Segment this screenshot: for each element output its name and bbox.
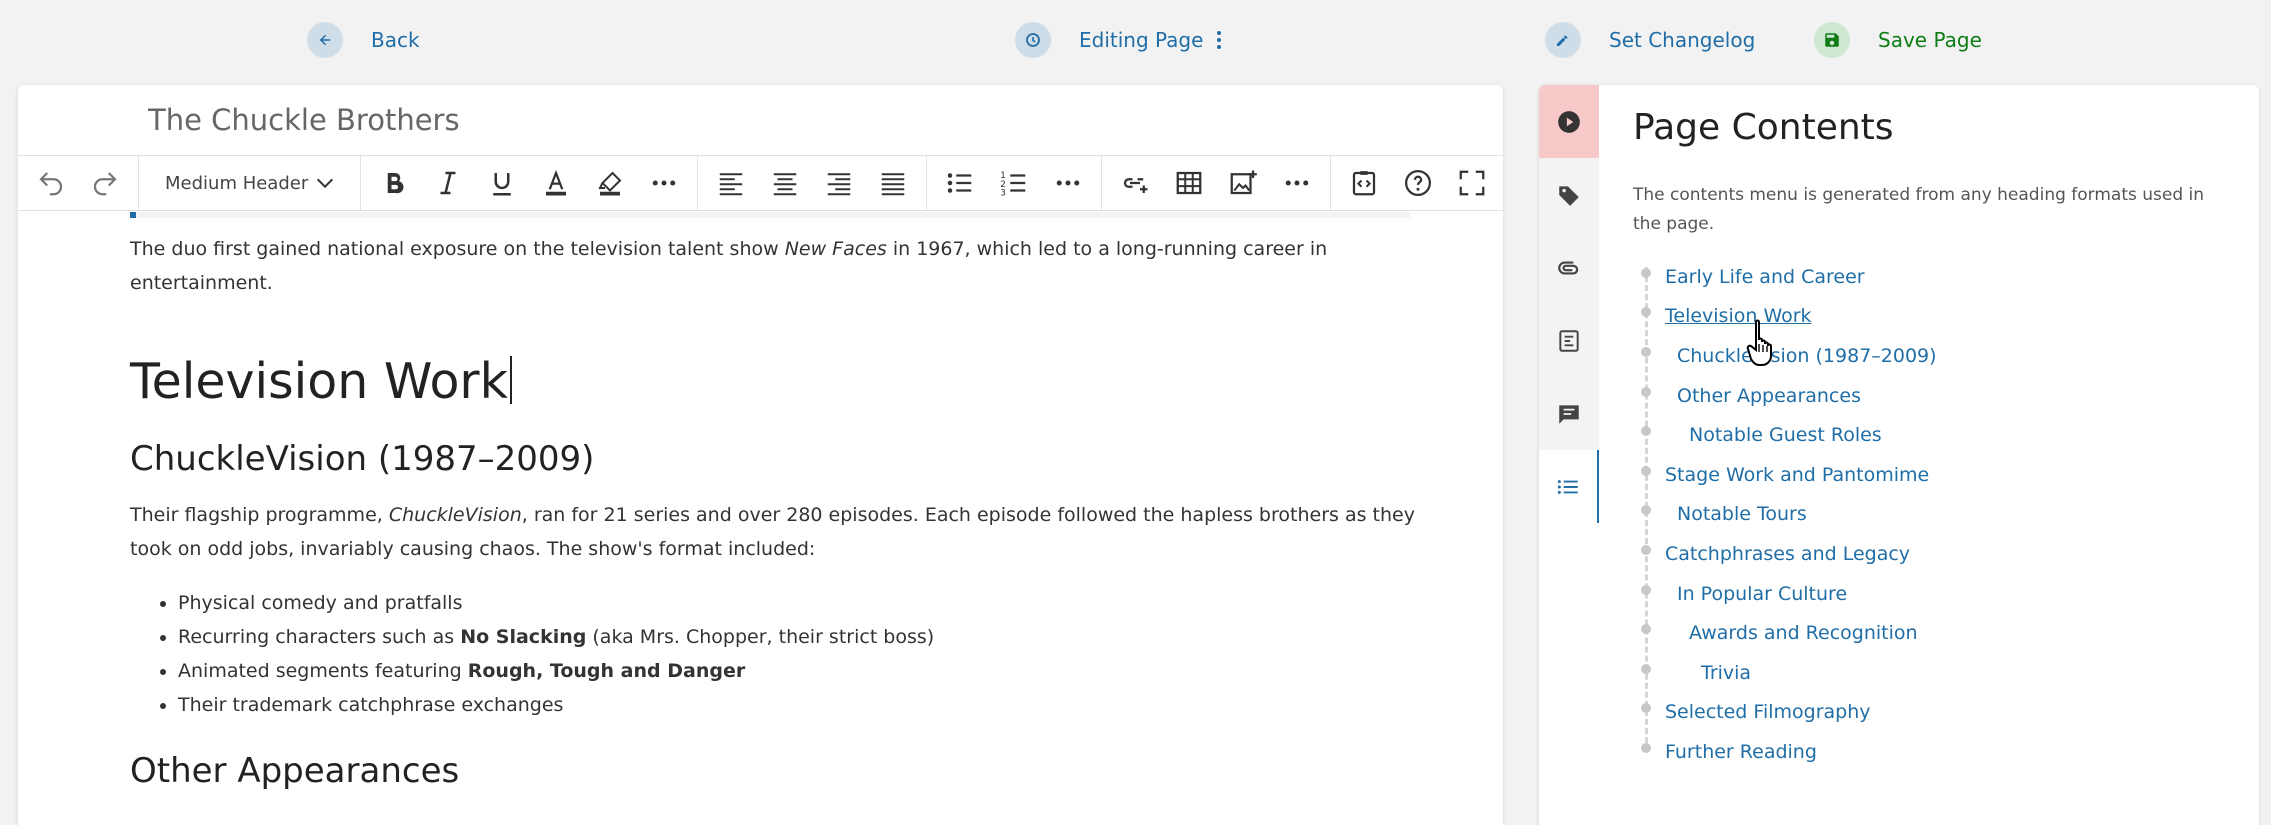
italic-icon[interactable] (421, 156, 475, 210)
svg-text:3: 3 (1001, 189, 1007, 199)
page-contents-description: The contents menu is generated from any … (1633, 185, 2205, 234)
list-icon[interactable] (1539, 450, 1599, 523)
editing-page-menu[interactable]: Editing Page (1015, 20, 1222, 60)
fullscreen-icon[interactable] (1445, 156, 1499, 210)
toc-item[interactable]: In Popular Culture (1633, 574, 2233, 614)
tag-icon[interactable] (1539, 158, 1599, 231)
more-icon[interactable] (637, 156, 691, 210)
play-icon[interactable] (1539, 85, 1599, 158)
text-color-icon[interactable] (529, 156, 583, 210)
bold-icon[interactable] (367, 156, 421, 210)
toc-item[interactable]: Trivia (1633, 653, 2233, 693)
toc-item[interactable]: Notable Tours (1633, 495, 2233, 535)
save-label: Save Page (1878, 28, 1982, 52)
more-icon[interactable] (1270, 156, 1324, 210)
list-item: Recurring characters such as No Slacking… (178, 620, 1420, 654)
save-page-button[interactable]: Save Page (1814, 20, 1982, 60)
list-item: Animated segments featuring Rough, Tough… (178, 654, 1420, 688)
page-contents-panel: Page Contents The contents menu is gener… (1539, 85, 2259, 825)
editing-label: Editing Page (1079, 28, 1204, 52)
top-bar: Back Editing Page Set Changelog Save Pag… (0, 0, 2271, 82)
tab-spacer (1539, 523, 1599, 825)
format-select-value: Medium Header (165, 172, 309, 194)
toolbar-divider (926, 156, 928, 210)
sidebar-tabs (1539, 85, 1599, 825)
toolbar-divider (1330, 156, 1332, 210)
clock-icon (1015, 22, 1051, 58)
toolbar-divider (1101, 156, 1103, 210)
toc-item[interactable]: Notable Guest Roles (1633, 415, 2233, 455)
heading-other-appearances: Other Appearances (130, 751, 460, 791)
toc-item[interactable]: Early Life and Career (1633, 257, 2233, 297)
arrow-left-icon (307, 22, 343, 58)
align-left-icon[interactable] (704, 156, 758, 210)
chevron-down-icon (317, 178, 334, 189)
contents-outline: Early Life and Career Television Work Ch… (1633, 257, 2233, 772)
table-icon[interactable] (1162, 156, 1216, 210)
more-icon[interactable] (1041, 156, 1095, 210)
editor-toolbar: Medium Header 1 2 3 (18, 155, 1503, 211)
toc-item[interactable]: Awards and Recognition (1633, 613, 2233, 653)
document-body[interactable]: The duo first gained national exposure o… (130, 232, 1420, 794)
heading-chucklevision: ChuckleVision (1987–2009) (130, 439, 595, 479)
align-center-icon[interactable] (758, 156, 812, 210)
format-list: Physical comedy and pratfalls Recurring … (130, 586, 1420, 722)
insert-link-icon[interactable] (1108, 156, 1162, 210)
undo-icon[interactable] (24, 156, 78, 210)
align-right-icon[interactable] (812, 156, 866, 210)
text-caret (509, 356, 512, 404)
toc-item[interactable]: Other Appearances (1633, 376, 2233, 416)
list-item: Their trademark catchphrase exchanges (178, 688, 1420, 722)
back-button[interactable]: Back (307, 20, 420, 60)
page-title-input[interactable] (148, 103, 1348, 137)
format-select[interactable]: Medium Header (145, 156, 354, 210)
align-justify-icon[interactable] (866, 156, 920, 210)
heading-television-work: Television Work (130, 352, 1420, 412)
highlight-icon[interactable] (583, 156, 637, 210)
comment-icon[interactable] (1539, 377, 1599, 450)
hand-cursor-icon (1746, 319, 1772, 366)
source-code-icon[interactable] (1337, 156, 1391, 210)
pencil-icon (1545, 22, 1581, 58)
intro-paragraph: The duo first gained national exposure o… (130, 238, 1328, 294)
bullet-list-icon[interactable] (933, 156, 987, 210)
numbered-list-icon[interactable]: 123 (987, 156, 1041, 210)
toc-item[interactable]: ChuckleVision (1987–2009) (1633, 336, 2233, 376)
underline-icon[interactable] (475, 156, 529, 210)
toolbar-divider (360, 156, 362, 210)
editor-panel: Medium Header (18, 85, 1503, 825)
help-icon[interactable] (1391, 156, 1445, 210)
toc-item[interactable]: Stage Work and Pantomime (1633, 455, 2233, 495)
save-icon (1814, 22, 1850, 58)
redo-icon[interactable] (78, 156, 132, 210)
attachment-icon[interactable] (1539, 231, 1599, 304)
editor-content[interactable]: The duo first gained national exposure o… (18, 212, 1503, 825)
insert-image-icon[interactable] (1216, 156, 1270, 210)
template-icon[interactable] (1539, 304, 1599, 377)
changelog-label: Set Changelog (1609, 28, 1756, 52)
page-contents-title: Page Contents (1633, 107, 1894, 148)
toolbar-divider (138, 156, 139, 210)
toc-item[interactable]: Catchphrases and Legacy (1633, 534, 2233, 574)
toolbar-divider (697, 156, 699, 210)
toc-item[interactable]: Selected Filmography (1633, 693, 2233, 733)
toc-item[interactable]: Further Reading (1633, 732, 2233, 772)
toc-item[interactable]: Television Work (1633, 297, 2233, 337)
blockquote-edge (130, 212, 1410, 218)
set-changelog-button[interactable]: Set Changelog (1545, 20, 1755, 60)
list-item: Physical comedy and pratfalls (178, 586, 1420, 620)
chucklevision-paragraph: Their flagship programme, ChuckleVision,… (130, 504, 1415, 560)
back-label: Back (371, 28, 420, 52)
more-vertical-icon[interactable] (1217, 31, 1222, 49)
